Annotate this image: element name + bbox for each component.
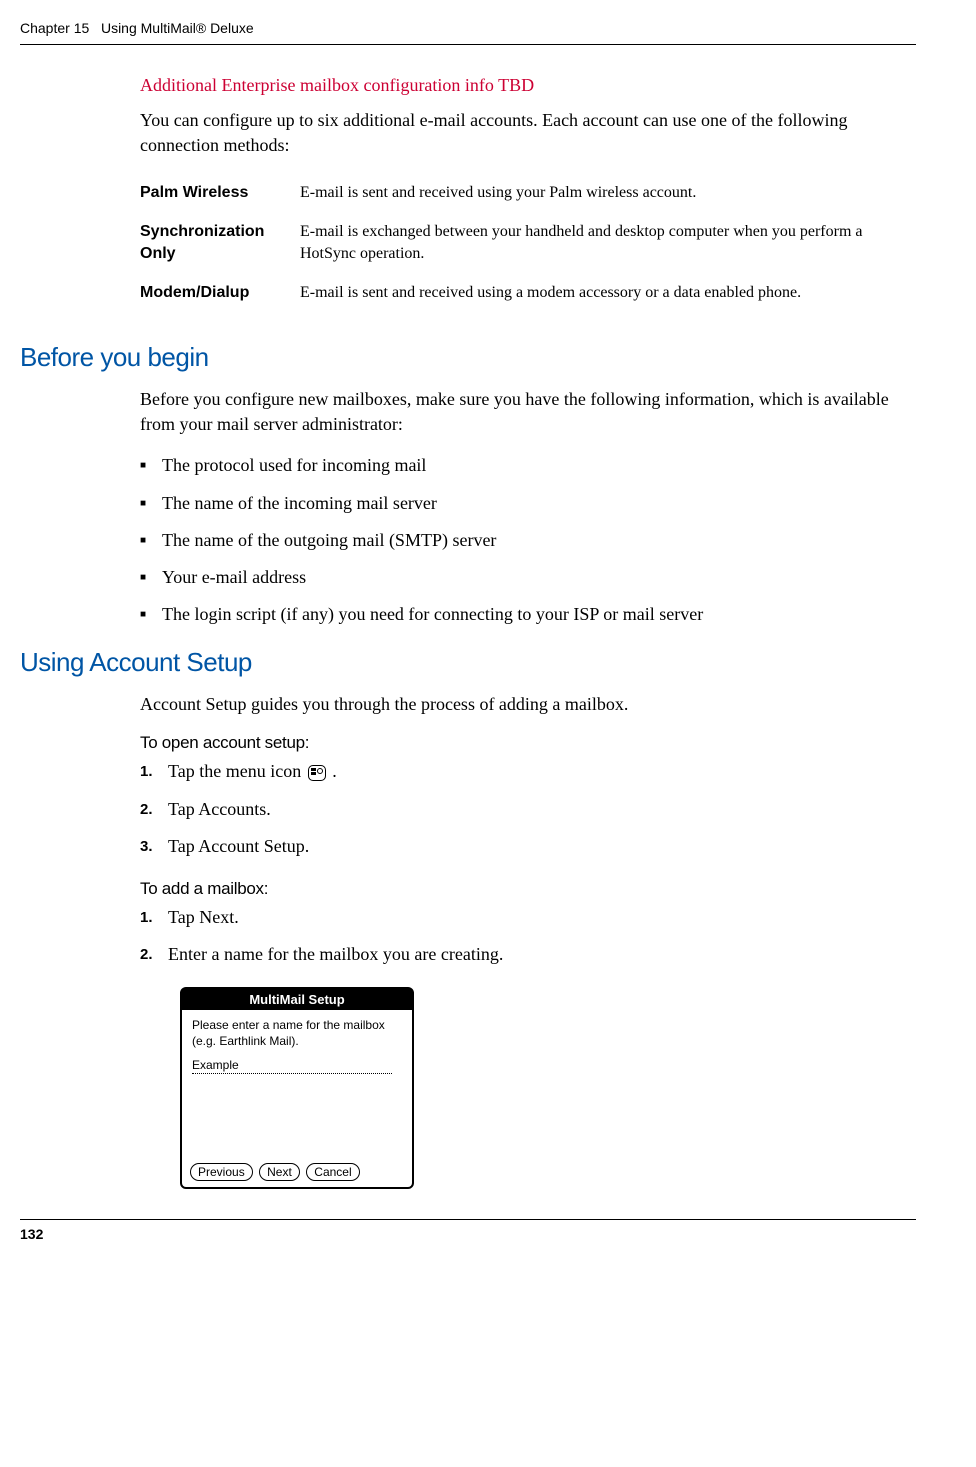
list-item: The name of the incoming mail server	[140, 491, 916, 516]
multimail-setup-dialog: MultiMail Setup Please enter a name for …	[180, 987, 414, 1189]
chapter-header: Chapter 15 Using MultiMail® Deluxe	[20, 20, 916, 45]
list-item: Tap Account Setup.	[140, 834, 916, 859]
step-text-pre: Tap the menu icon	[168, 761, 306, 781]
intro-paragraph: You can configure up to six additional e…	[140, 108, 916, 158]
open-account-steps: Tap the menu icon . Tap Accounts. Tap Ac…	[140, 759, 916, 859]
list-item: Enter a name for the mailbox you are cre…	[140, 942, 916, 967]
method-label: Palm Wireless	[140, 174, 300, 212]
cancel-button[interactable]: Cancel	[306, 1163, 359, 1181]
sub-heading-open-account-setup: To open account setup:	[140, 733, 916, 753]
section1-intro: Before you configure new mailboxes, make…	[140, 387, 916, 437]
mailbox-name-input[interactable]: Example	[192, 1058, 392, 1074]
table-row: Modem/Dialup E-mail is sent and received…	[140, 274, 916, 312]
method-desc: E-mail is exchanged between your handhel…	[300, 213, 916, 274]
method-desc: E-mail is sent and received using your P…	[300, 174, 916, 212]
previous-button[interactable]: Previous	[190, 1163, 253, 1181]
list-item: Tap Next.	[140, 905, 916, 930]
section-heading-before-you-begin: Before you begin	[20, 342, 916, 373]
list-item: The protocol used for incoming mail	[140, 453, 916, 478]
dialog-title: MultiMail Setup	[182, 989, 412, 1010]
list-item: Tap Accounts.	[140, 797, 916, 822]
sub-heading-add-mailbox: To add a mailbox:	[140, 879, 916, 899]
method-desc: E-mail is sent and received using a mode…	[300, 274, 916, 312]
tbd-heading: Additional Enterprise mailbox configurat…	[140, 75, 916, 96]
input-value: Example	[192, 1058, 239, 1072]
menu-icon	[308, 765, 326, 781]
list-item: Your e-mail address	[140, 565, 916, 590]
chapter-number: Chapter 15	[20, 20, 89, 36]
method-label: Modem/Dialup	[140, 274, 300, 312]
table-row: Synchronization Only E-mail is exchanged…	[140, 213, 916, 274]
list-item: The login script (if any) you need for c…	[140, 602, 916, 627]
add-mailbox-steps: Tap Next. Enter a name for the mailbox y…	[140, 905, 916, 967]
connection-methods-table: Palm Wireless E-mail is sent and receive…	[140, 174, 916, 312]
step-text-post: .	[328, 761, 337, 781]
table-row: Palm Wireless E-mail is sent and receive…	[140, 174, 916, 212]
list-item: Tap the menu icon .	[140, 759, 916, 784]
method-label: Synchronization Only	[140, 213, 300, 274]
page-number: 132	[20, 1219, 916, 1242]
list-item: The name of the outgoing mail (SMTP) ser…	[140, 528, 916, 553]
section-heading-account-setup: Using Account Setup	[20, 647, 916, 678]
next-button[interactable]: Next	[259, 1163, 300, 1181]
requirements-list: The protocol used for incoming mail The …	[140, 453, 916, 627]
section2-intro: Account Setup guides you through the pro…	[140, 692, 916, 717]
dialog-prompt: Please enter a name for the mailbox (e.g…	[192, 1018, 402, 1049]
chapter-title: Using MultiMail® Deluxe	[101, 20, 254, 36]
